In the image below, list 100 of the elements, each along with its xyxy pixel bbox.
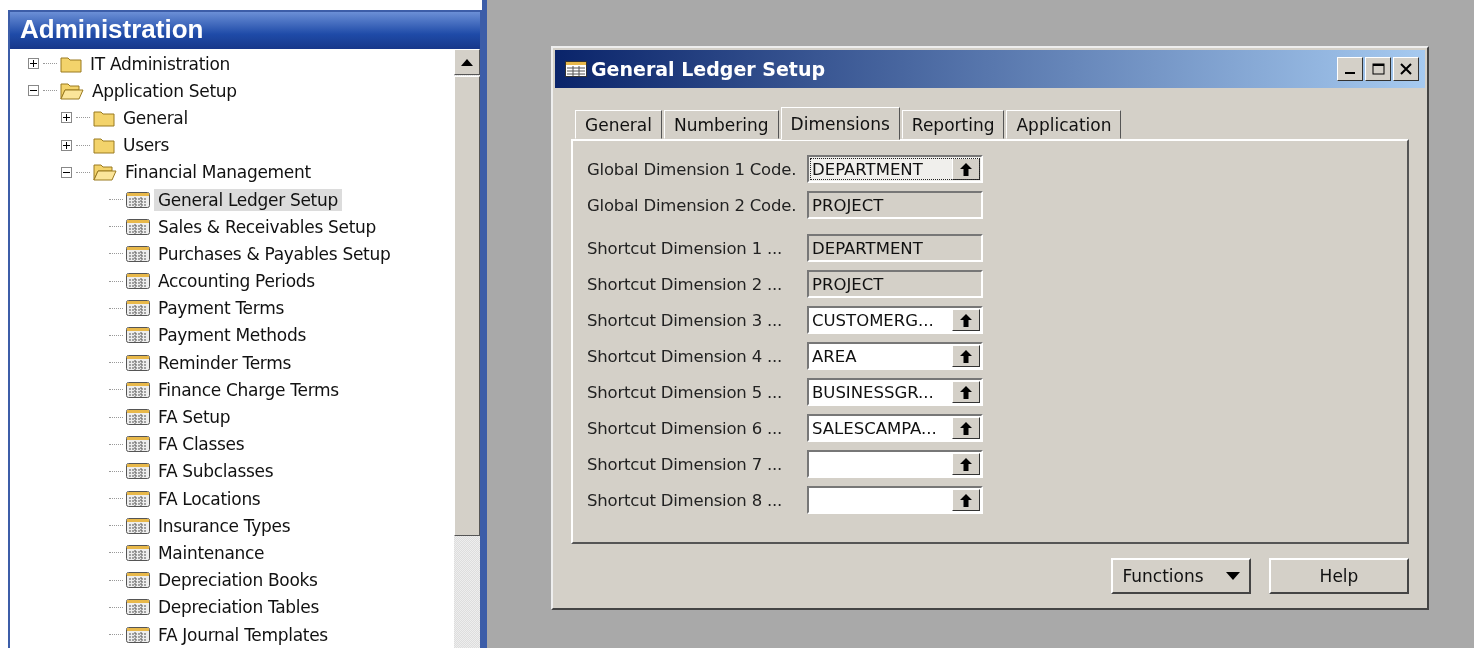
field-label: Shortcut Dimension 6 ... xyxy=(587,418,784,438)
tree-item[interactable]: Sales & Receivables Setup xyxy=(154,215,381,238)
scroll-up-button[interactable] xyxy=(454,49,480,75)
minimize-icon xyxy=(1345,72,1355,74)
dimension-field[interactable]: AREA xyxy=(807,342,983,370)
table-form-icon xyxy=(126,544,150,561)
dimension-field[interactable]: BUSINESSGR... xyxy=(807,378,983,406)
dimension-field[interactable] xyxy=(807,486,983,514)
table-form-icon xyxy=(126,409,150,426)
folder-icon xyxy=(93,136,115,155)
field-label: Global Dimension 1 Code. xyxy=(587,159,798,179)
tree-item[interactable]: General xyxy=(119,106,192,129)
field-label: Shortcut Dimension 2 ... xyxy=(587,274,784,294)
lookup-button[interactable] xyxy=(952,489,980,511)
field-label: Shortcut Dimension 3 ... xyxy=(587,310,784,330)
table-form-icon xyxy=(126,300,150,317)
field-label: Shortcut Dimension 8 ... xyxy=(587,490,784,510)
dimension-field[interactable]: PROJECT xyxy=(807,270,983,298)
table-form-icon xyxy=(126,490,150,507)
field-label: Global Dimension 2 Code. xyxy=(587,195,798,215)
tab[interactable]: General xyxy=(575,110,662,139)
tree-item[interactable]: Purchases & Payables Setup xyxy=(154,242,395,265)
tree-item[interactable]: Maintenance xyxy=(154,541,269,564)
maximize-button[interactable] xyxy=(1365,57,1391,81)
tree-item[interactable]: Users xyxy=(119,134,174,157)
tree-item[interactable]: FA Setup xyxy=(154,406,235,429)
table-form-icon xyxy=(126,572,150,589)
caret-icon xyxy=(1225,572,1240,580)
tree-item[interactable]: FA Subclasses xyxy=(154,460,278,483)
expand-toggle[interactable] xyxy=(61,112,72,124)
tree-item[interactable]: Finance Charge Terms xyxy=(154,378,343,401)
tree-item[interactable]: IT Administration xyxy=(86,52,235,75)
tab[interactable]: Application xyxy=(1006,110,1122,139)
tree-item[interactable]: Reminder Terms xyxy=(154,351,296,374)
scroll-thumb[interactable] xyxy=(454,76,480,536)
lookup-button[interactable] xyxy=(952,309,980,331)
table-form-icon xyxy=(126,626,150,643)
lookup-button[interactable] xyxy=(952,381,980,403)
expand-toggle[interactable] xyxy=(28,58,39,70)
tab[interactable]: Dimensions xyxy=(780,107,900,140)
plus-icon xyxy=(30,60,37,68)
open-folder-icon xyxy=(93,163,117,182)
up-arrow-icon xyxy=(960,162,972,176)
tree-item[interactable]: FA Classes xyxy=(154,433,249,456)
up-arrow-icon xyxy=(960,385,972,399)
table-form-icon xyxy=(126,245,150,262)
pane-title: Administration xyxy=(10,12,480,49)
lookup-button[interactable] xyxy=(952,158,980,180)
lookup-button[interactable] xyxy=(952,417,980,439)
functions-menu-button[interactable]: Functions xyxy=(1111,558,1251,594)
tree-item[interactable]: Application Setup xyxy=(88,79,241,102)
tree-item[interactable]: Payment Terms xyxy=(154,297,288,320)
window-title: General Ledger Setup xyxy=(591,58,827,80)
up-triangle-icon xyxy=(461,58,473,66)
collapse-toggle[interactable] xyxy=(61,166,72,178)
tab[interactable]: Reporting xyxy=(901,110,1005,139)
dimension-field[interactable]: PROJECT xyxy=(807,191,983,219)
lookup-button[interactable] xyxy=(952,345,980,367)
folder-icon xyxy=(60,54,82,73)
table-form-icon xyxy=(126,327,150,344)
scrollbar[interactable] xyxy=(454,49,480,648)
tree-item[interactable]: Accounting Periods xyxy=(154,270,319,293)
dimension-field[interactable] xyxy=(807,450,983,478)
table-form-icon xyxy=(126,218,150,235)
table-form-icon xyxy=(126,354,150,371)
plus-icon xyxy=(63,141,70,149)
dimension-field[interactable]: DEPARTMENT xyxy=(807,155,983,183)
tree-item[interactable]: General Ledger Setup xyxy=(154,188,342,211)
minimize-button[interactable] xyxy=(1337,57,1363,81)
collapse-toggle[interactable] xyxy=(28,85,39,97)
field-label: Shortcut Dimension 1 ... xyxy=(587,238,784,258)
dimension-field[interactable]: CUSTOMERG... xyxy=(807,306,983,334)
lookup-button[interactable] xyxy=(952,453,980,475)
help-button[interactable]: Help xyxy=(1269,558,1409,594)
tab[interactable]: Numbering xyxy=(664,110,779,139)
up-arrow-icon xyxy=(960,313,972,327)
expand-toggle[interactable] xyxy=(61,139,72,151)
table-form-icon xyxy=(126,599,150,616)
tree-item[interactable]: Depreciation Tables xyxy=(154,596,323,619)
plus-icon xyxy=(63,114,70,122)
maximize-icon xyxy=(1371,63,1385,75)
tree-item[interactable]: Financial Management xyxy=(121,161,315,184)
tree-item[interactable]: Insurance Types xyxy=(154,514,295,537)
table-form-icon xyxy=(126,517,150,534)
field-label: Shortcut Dimension 7 ... xyxy=(587,454,784,474)
table-window-icon xyxy=(565,61,587,77)
dimension-field[interactable]: DEPARTMENT xyxy=(807,234,983,262)
tree-item[interactable]: Depreciation Books xyxy=(154,569,322,592)
tree-item[interactable]: FA Journal Templates xyxy=(154,623,332,646)
tree-item[interactable]: FA Locations xyxy=(154,487,265,510)
up-arrow-icon xyxy=(960,421,972,435)
table-form-icon xyxy=(126,436,150,453)
table-form-icon xyxy=(126,273,150,290)
up-arrow-icon xyxy=(960,493,972,507)
close-icon xyxy=(1400,63,1412,75)
tree-item[interactable]: Payment Methods xyxy=(154,324,310,347)
folder-icon xyxy=(93,108,115,127)
dimension-field[interactable]: SALESCAMPA... xyxy=(807,414,983,442)
table-form-icon xyxy=(126,191,150,208)
close-button[interactable] xyxy=(1393,57,1419,81)
